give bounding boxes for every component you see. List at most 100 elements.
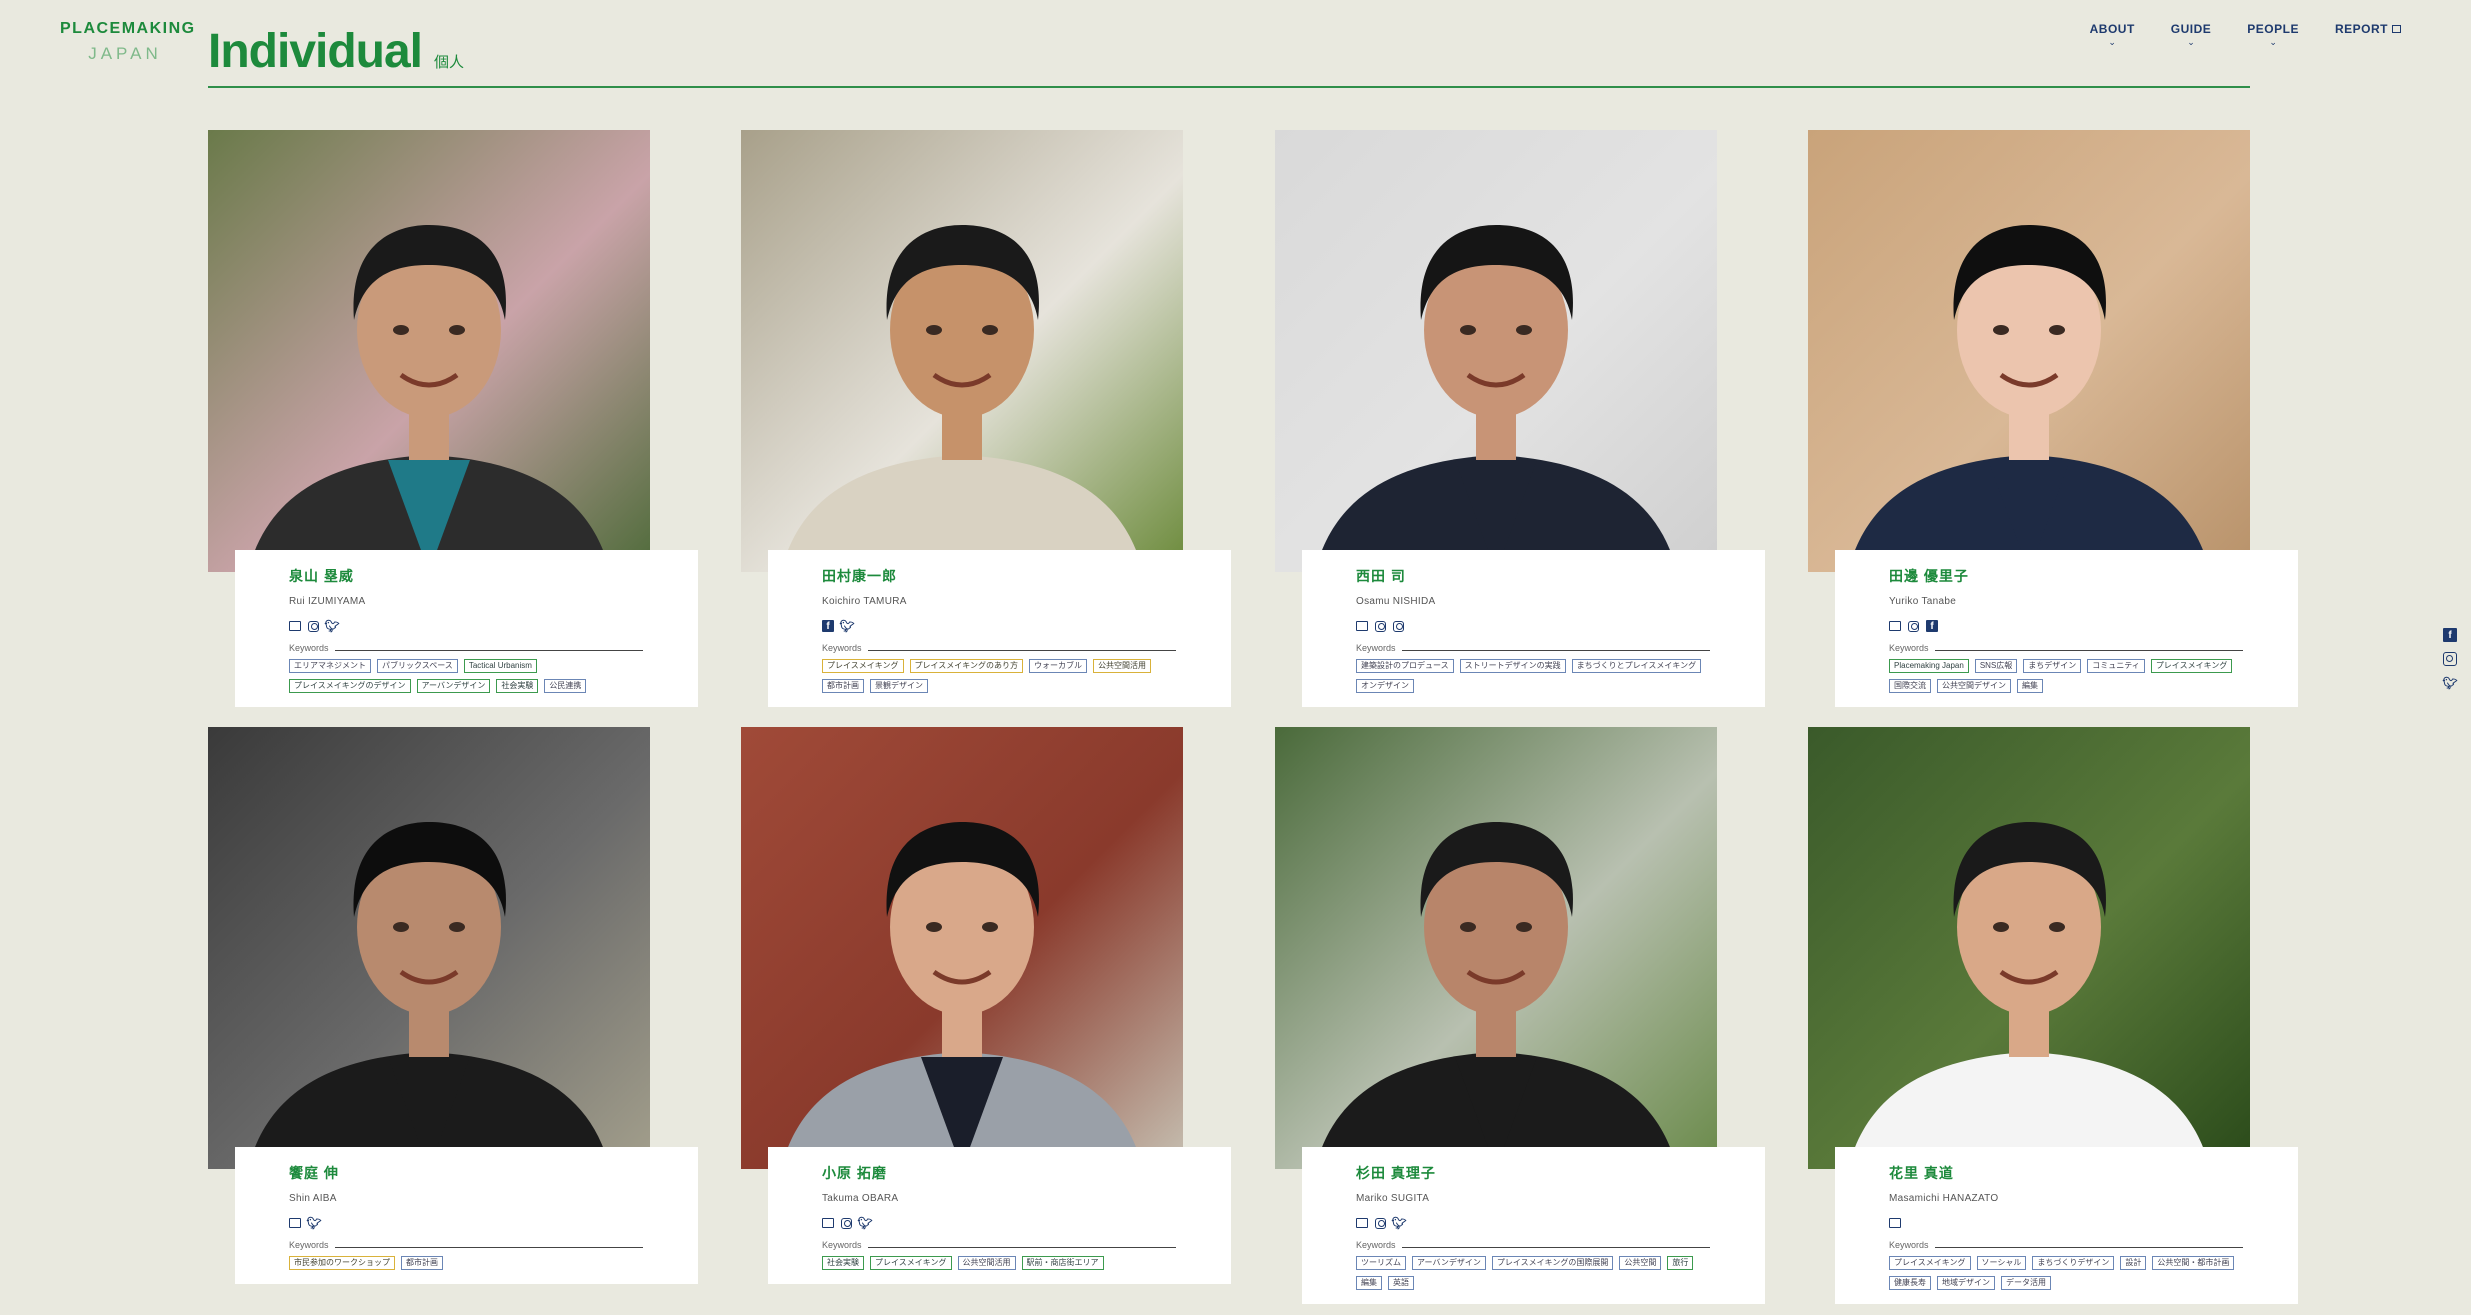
main-nav: ABOUT ⌄ GUIDE ⌄ PEOPLE ⌄ REPORT [2090,22,2401,47]
facebook-icon[interactable]: f [2443,628,2457,642]
instagram-icon[interactable] [308,620,319,632]
keyword-tag[interactable]: パブリックスペース [377,659,458,673]
instagram-icon[interactable] [2443,652,2457,666]
keyword-tag[interactable]: プレイスメイキングのあり方 [909,659,1024,673]
twitter-icon[interactable]: 🐦︎ [306,1216,321,1230]
keyword-tags: 市民参加のワークショップ 都市計画 [289,1256,643,1270]
keyword-tag[interactable]: ソーシャル [1976,1256,2027,1270]
keyword-tag[interactable]: 健康長寿 [1889,1276,1931,1290]
keyword-tag[interactable]: 公民連携 [544,679,587,693]
person-photo[interactable] [208,130,650,572]
website-icon[interactable] [289,1217,301,1229]
keyword-tag[interactable]: 地域デザイン [1937,1276,1995,1290]
person-name-ja[interactable]: 泉山 塁威 [289,566,643,586]
keyword-tag[interactable]: 公共空間活用 [1093,659,1152,673]
person-name-ja[interactable]: 田邊 優里子 [1889,566,2243,586]
keyword-tag[interactable]: 社会実験 [496,679,539,693]
keyword-tag[interactable]: エリアマネジメント [289,659,371,673]
person-photo[interactable] [741,130,1183,572]
instagram-icon[interactable] [1393,620,1404,632]
keyword-tag[interactable]: プレイスメイキング [1889,1256,1971,1270]
person-name-ja[interactable]: 饗庭 伸 [289,1163,643,1183]
keyword-tag[interactable]: 都市計画 [822,679,864,693]
keyword-tag[interactable]: 国際交流 [1889,679,1931,693]
website-icon[interactable] [1356,620,1368,632]
instagram-icon[interactable] [1908,620,1919,632]
keyword-tag[interactable]: プレイスメイキングの国際展開 [1491,1256,1614,1270]
keyword-tag[interactable]: 公共空間デザイン [1937,679,2011,693]
nav-guide[interactable]: GUIDE ⌄ [2171,22,2212,47]
keyword-tag[interactable]: 旅行 [1667,1256,1694,1270]
keyword-tag[interactable]: 英語 [1388,1276,1414,1290]
person-photo[interactable] [208,727,650,1169]
instagram-icon[interactable] [1375,620,1386,632]
keyword-tag[interactable]: アーバンデザイン [416,679,491,693]
keyword-tag[interactable]: プレイスメイキング [822,659,904,673]
keyword-tag[interactable]: 公共空間 [1619,1256,1662,1270]
keyword-tag[interactable]: オンデザイン [1356,679,1414,693]
keyword-tag[interactable]: 市民参加のワークショップ [289,1256,395,1270]
keyword-tag[interactable]: コミュニティ [2087,659,2145,673]
person-name-en: Koichiro TAMURA [822,596,907,607]
keyword-tag[interactable]: 社会実験 [822,1256,864,1270]
instagram-icon[interactable] [1375,1217,1386,1229]
keyword-tag[interactable]: 都市計画 [401,1256,443,1270]
person-name-ja[interactable]: 小原 拓磨 [822,1163,1176,1183]
twitter-icon[interactable]: 🐦︎ [2442,676,2457,690]
person-photo[interactable] [1808,130,2250,572]
keyword-tag[interactable]: ツーリズム [1356,1256,1406,1270]
keyword-tag[interactable]: 設計 [2120,1256,2147,1270]
keyword-tag[interactable]: プレイスメイキングのデザイン [289,679,411,693]
facebook-icon[interactable]: f [1926,620,1938,632]
keyword-tag[interactable]: 駅前・商店街エリア [1021,1256,1104,1270]
keyword-tag[interactable]: データ活用 [2001,1276,2051,1290]
keyword-tag[interactable]: Tactical Urbanism [463,659,537,673]
keyword-tag[interactable]: アーバンデザイン [1412,1256,1486,1270]
keywords-header: Keywords [822,643,1176,653]
person-photo[interactable] [1275,727,1717,1169]
nav-people[interactable]: PEOPLE ⌄ [2247,22,2299,47]
keywords-header: Keywords [1356,643,1710,653]
keyword-tag[interactable]: 景観デザイン [870,679,928,693]
keyword-tag[interactable]: 建築設計のプロデュース [1356,659,1454,673]
person-name-ja[interactable]: 杉田 真理子 [1356,1163,1710,1183]
twitter-icon[interactable]: 🐦︎ [1391,1216,1406,1230]
person-photo[interactable] [1275,130,1717,572]
keyword-tag[interactable]: プレイスメイキング [2150,659,2233,673]
twitter-icon[interactable]: 🐦︎ [324,619,339,633]
keyword-tags: ツーリズム アーバンデザイン プレイスメイキングの国際展開 公共空間 旅行編集 英語 [1356,1256,1710,1290]
facebook-icon[interactable]: f [822,620,834,632]
person-name-ja[interactable]: 西田 司 [1356,566,1710,586]
keyword-tag[interactable]: 編集 [2017,679,2043,693]
keyword-tag[interactable]: ウォーカブル [1029,659,1088,673]
keyword-tag[interactable]: Placemaking Japan [1889,659,1969,673]
twitter-icon[interactable]: 🐦︎ [839,619,854,633]
twitter-icon[interactable]: 🐦︎ [857,1216,872,1230]
person-name-ja[interactable]: 田村康一郎 [822,566,1176,586]
person-name-ja[interactable]: 花里 真道 [1889,1163,2243,1183]
website-icon[interactable] [1356,1217,1368,1229]
nav-report[interactable]: REPORT [2335,22,2401,47]
nav-about[interactable]: ABOUT ⌄ [2090,22,2135,47]
chevron-down-icon: ⌄ [2187,37,2195,47]
keyword-tag[interactable]: プレイスメイキング [870,1256,952,1270]
keyword-tag[interactable]: 公共空間活用 [957,1256,1016,1270]
website-icon[interactable] [289,620,301,632]
person-photo[interactable] [741,727,1183,1169]
keyword-tag[interactable]: SNS広報 [1974,659,2018,673]
keyword-tag[interactable]: まちづくりデザイン [2032,1256,2115,1270]
keyword-tag[interactable]: まちづくりとプレイスメイキング [1571,659,1702,673]
keyword-tag[interactable]: 編集 [1356,1276,1382,1290]
person-info: 田邊 優里子 Yuriko Tanabe f Keywords Placemaking … [1835,550,2298,707]
site-logo[interactable]: PLACEMAKING JAPAN [60,20,194,64]
person-photo[interactable] [1808,727,2250,1169]
keyword-tag[interactable]: まちデザイン [2023,659,2082,673]
keywords-header: Keywords [1889,643,2243,653]
keyword-tag[interactable]: 公共空間・都市計画 [2152,1256,2235,1270]
keywords-label: Keywords [289,1240,329,1250]
website-icon[interactable] [1889,620,1901,632]
website-icon[interactable] [822,1217,834,1229]
website-icon[interactable] [1889,1217,1901,1229]
keyword-tag[interactable]: ストリートデザインの実践 [1459,659,1566,673]
instagram-icon[interactable] [841,1217,852,1229]
